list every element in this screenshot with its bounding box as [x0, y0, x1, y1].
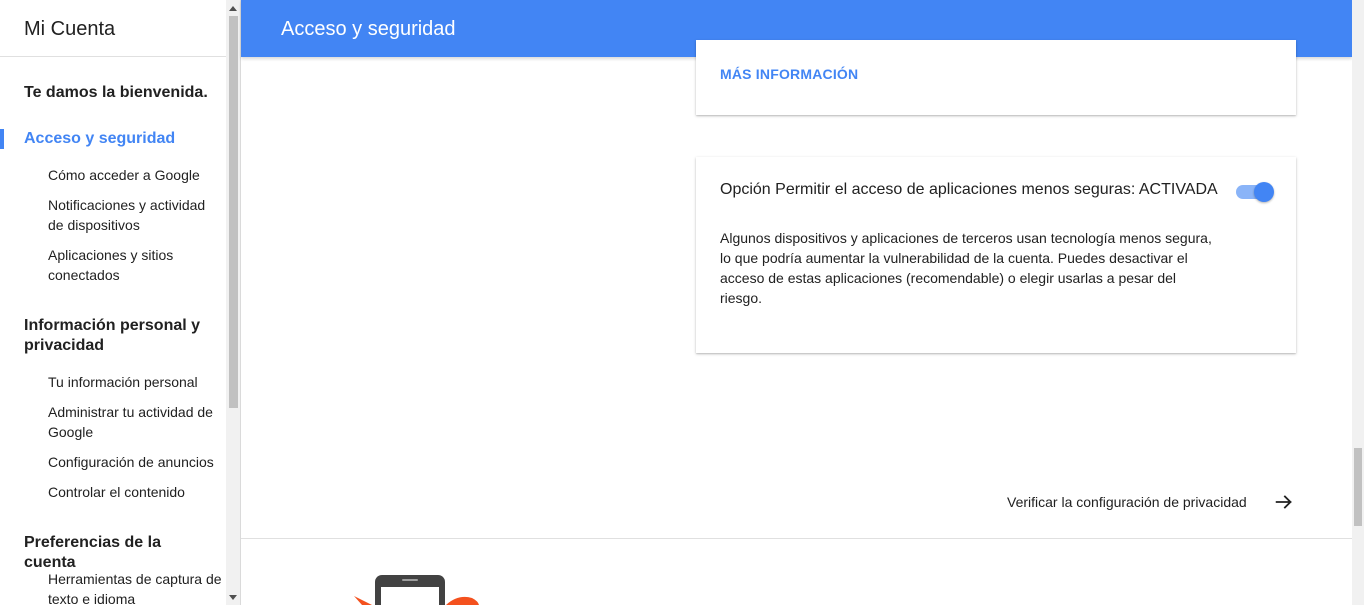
- main-scrollbar-thumb[interactable]: [1354, 448, 1362, 526]
- arrow-right-icon: [1275, 495, 1292, 509]
- sidebar-title[interactable]: Mi Cuenta: [24, 18, 115, 41]
- more-info-link[interactable]: MÁS INFORMACIÓN: [720, 66, 858, 82]
- sidebar-item-ads-settings[interactable]: Configuración de anuncios: [48, 452, 224, 472]
- less-secure-apps-toggle[interactable]: [1236, 182, 1274, 202]
- sidebar-item-input-tools[interactable]: Herramientas de captura de texto e idiom…: [48, 569, 224, 605]
- sidebar-item-personal-info[interactable]: Tu información personal: [48, 372, 224, 392]
- sidebar-scrollbar-thumb[interactable]: [229, 16, 238, 408]
- less-secure-apps-title: Opción Permitir el acceso de aplicacione…: [720, 181, 1218, 198]
- toggle-knob: [1254, 182, 1274, 202]
- sidebar-item-control-content[interactable]: Controlar el contenido: [48, 482, 224, 502]
- privacy-checkup-link[interactable]: Verificar la configuración de privacidad: [1007, 491, 1297, 513]
- privacy-checkup-label: Verificar la configuración de privacidad: [1007, 494, 1247, 510]
- less-secure-apps-card: Opción Permitir el acceso de aplicacione…: [696, 157, 1296, 353]
- sidebar-divider: [0, 56, 226, 57]
- active-indicator: [0, 129, 4, 149]
- sidebar-item-connected-apps[interactable]: Aplicaciones y sitios conectados: [48, 245, 224, 285]
- sidebar: Mi Cuenta Te damos la bienvenida. Acceso…: [0, 0, 226, 605]
- sidebar-section-preferences[interactable]: Preferencias de la cuenta: [24, 533, 214, 573]
- phone-illustration-icon: [354, 575, 479, 605]
- sidebar-welcome[interactable]: Te damos la bienvenida.: [24, 83, 214, 103]
- scroll-down-icon[interactable]: [229, 595, 237, 600]
- sidebar-section-security[interactable]: Acceso y seguridad: [24, 129, 214, 149]
- sidebar-item-signing-in[interactable]: Cómo acceder a Google: [48, 165, 224, 185]
- sidebar-item-device-activity[interactable]: Notificaciones y actividad de dispositiv…: [48, 195, 224, 235]
- scroll-up-icon[interactable]: [229, 6, 237, 11]
- sidebar-edge: [240, 0, 241, 605]
- info-card: MÁS INFORMACIÓN: [696, 40, 1296, 115]
- sidebar-item-activity[interactable]: Administrar tu actividad de Google: [48, 402, 224, 442]
- less-secure-apps-description: Algunos dispositivos y aplicaciones de t…: [720, 230, 1212, 306]
- sidebar-section-privacy[interactable]: Información personal y privacidad: [24, 316, 214, 356]
- section-divider: [241, 538, 1352, 539]
- page-title: Acceso y seguridad: [281, 18, 456, 40]
